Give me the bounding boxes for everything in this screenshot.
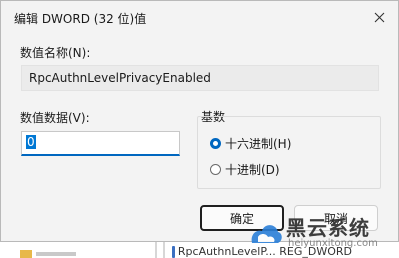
- value-name-field[interactable]: RpcAuthnLevelPrivacyEnabled: [21, 65, 379, 91]
- tree-item-icon: [20, 250, 76, 258]
- edit-dword-dialog: 编辑 DWORD (32 位)值 数值名称(N): RpcAuthnLevelP…: [0, 0, 399, 242]
- title-bar: 编辑 DWORD (32 位)值: [1, 1, 398, 34]
- cancel-button[interactable]: 取消: [294, 205, 378, 231]
- value-data-label: 数值数据(V):: [20, 111, 90, 125]
- close-button[interactable]: [363, 3, 395, 31]
- radio-hexadecimal[interactable]: 十六进制(H): [210, 135, 291, 152]
- ok-button[interactable]: 确定: [200, 205, 284, 231]
- radio-decimal-label: 十进制(D): [225, 163, 280, 177]
- radio-button-checked[interactable]: [210, 138, 221, 149]
- dialog-title: 编辑 DWORD (32 位)值: [14, 12, 147, 26]
- registry-value-icon: [172, 245, 175, 258]
- base-group: [197, 116, 381, 189]
- value-data-text: 0: [26, 135, 36, 149]
- column-divider: [163, 241, 165, 258]
- radio-decimal[interactable]: 十进制(D): [210, 161, 280, 178]
- close-icon: [374, 12, 384, 22]
- value-data-input[interactable]: 0: [21, 131, 180, 156]
- column-divider: [155, 241, 157, 258]
- radio-button-unchecked[interactable]: [210, 164, 221, 175]
- background-row-text: RpcAuthnLevelP... REG_DWORD: [177, 245, 352, 258]
- background-registry-row: RpcAuthnLevelP... REG_DWORD: [172, 245, 352, 258]
- radio-hexadecimal-label: 十六进制(H): [225, 137, 292, 151]
- value-name-label: 数值名称(N):: [20, 46, 91, 60]
